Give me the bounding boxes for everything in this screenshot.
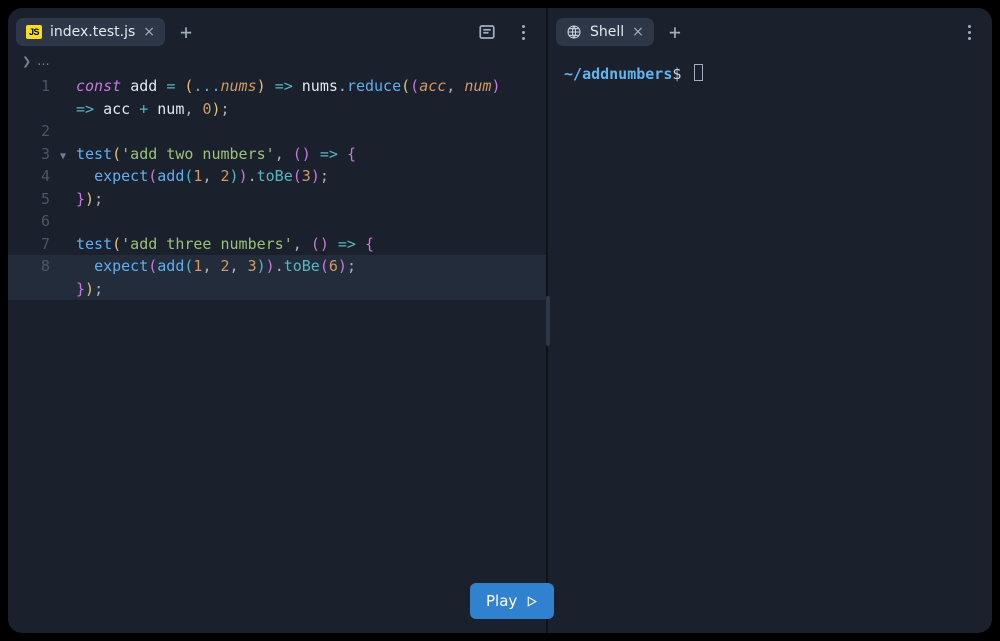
code-content[interactable]: => acc + num, 0); bbox=[56, 98, 546, 121]
kebab-icon bbox=[968, 25, 971, 40]
play-button[interactable]: Play bbox=[470, 583, 554, 619]
play-icon bbox=[525, 595, 538, 608]
editor-more-button[interactable] bbox=[508, 17, 538, 47]
code-content[interactable]: }); bbox=[56, 278, 546, 301]
close-icon[interactable]: × bbox=[632, 25, 644, 39]
line-number: 6 bbox=[8, 210, 56, 233]
line-number: 1 bbox=[8, 75, 56, 98]
code-content[interactable]: test('add two numbers', () => { bbox=[56, 143, 546, 166]
tab-shell[interactable]: Shell × bbox=[556, 18, 654, 46]
code-line[interactable]: 7test('add three numbers', () => { bbox=[8, 233, 546, 256]
new-shell-tab-button[interactable]: + bbox=[660, 17, 690, 47]
ide-root: JS index.test.js × + ❯ ... 1const add = … bbox=[8, 8, 992, 633]
kebab-icon bbox=[522, 25, 525, 40]
code-content[interactable]: expect(add(1, 2)).toBe(3); bbox=[56, 165, 546, 188]
prompt-suffix: $ bbox=[672, 65, 681, 83]
editor-tabbar: JS index.test.js × + bbox=[8, 8, 546, 50]
chevron-right-icon: ❯ bbox=[22, 55, 31, 68]
shell-tabbar: Shell × + bbox=[548, 8, 992, 50]
tab-file-index-test-js[interactable]: JS index.test.js × bbox=[16, 18, 165, 46]
tab-filename: index.test.js bbox=[50, 24, 135, 40]
shell-more-button[interactable] bbox=[954, 17, 984, 47]
code-content[interactable]: const add = (...nums) => nums.reduce((ac… bbox=[56, 75, 546, 98]
breadcrumb[interactable]: ❯ ... bbox=[8, 50, 546, 71]
terminal-cursor bbox=[694, 64, 703, 81]
line-number: 4 bbox=[8, 165, 56, 188]
breadcrumb-text: ... bbox=[37, 54, 49, 69]
layout-icon bbox=[478, 23, 496, 41]
line-number: 3▼ bbox=[8, 143, 56, 166]
shell-icon bbox=[566, 24, 582, 40]
line-number: 7 bbox=[8, 233, 56, 256]
close-icon[interactable]: × bbox=[143, 25, 155, 39]
code-line[interactable]: }); bbox=[8, 278, 546, 301]
code-line[interactable]: 5}); bbox=[8, 188, 546, 211]
code-line[interactable]: 2 bbox=[8, 120, 546, 143]
fold-icon[interactable]: ▼ bbox=[60, 146, 66, 169]
tab-shell-label: Shell bbox=[590, 24, 624, 40]
js-file-icon: JS bbox=[26, 25, 42, 39]
pane-resize-handle[interactable] bbox=[546, 296, 550, 346]
shell-pane: Shell × + ~/addnumbers$ bbox=[548, 8, 992, 633]
code-line[interactable]: 3▼test('add two numbers', () => { bbox=[8, 143, 546, 166]
line-number: 5 bbox=[8, 188, 56, 211]
play-button-label: Play bbox=[486, 592, 517, 610]
code-line[interactable]: 1const add = (...nums) => nums.reduce((a… bbox=[8, 75, 546, 98]
code-content[interactable]: test('add three numbers', () => { bbox=[56, 233, 546, 256]
code-line[interactable]: 4 expect(add(1, 2)).toBe(3); bbox=[8, 165, 546, 188]
code-editor[interactable]: 1const add = (...nums) => nums.reduce((a… bbox=[8, 71, 546, 633]
new-tab-button[interactable]: + bbox=[171, 17, 201, 47]
layout-toggle-button[interactable] bbox=[472, 17, 502, 47]
code-content[interactable]: expect(add(1, 2, 3)).toBe(6); bbox=[56, 255, 546, 278]
code-content[interactable]: }); bbox=[56, 188, 546, 211]
code-line[interactable]: => acc + num, 0); bbox=[8, 98, 546, 121]
code-line[interactable]: 8 expect(add(1, 2, 3)).toBe(6); bbox=[8, 255, 546, 278]
terminal[interactable]: ~/addnumbers$ bbox=[548, 50, 992, 633]
prompt-path: ~/addnumbers bbox=[564, 65, 672, 83]
line-number: 8 bbox=[8, 255, 56, 278]
code-line[interactable]: 6 bbox=[8, 210, 546, 233]
line-number: 2 bbox=[8, 120, 56, 143]
editor-pane: JS index.test.js × + ❯ ... 1const add = … bbox=[8, 8, 548, 633]
